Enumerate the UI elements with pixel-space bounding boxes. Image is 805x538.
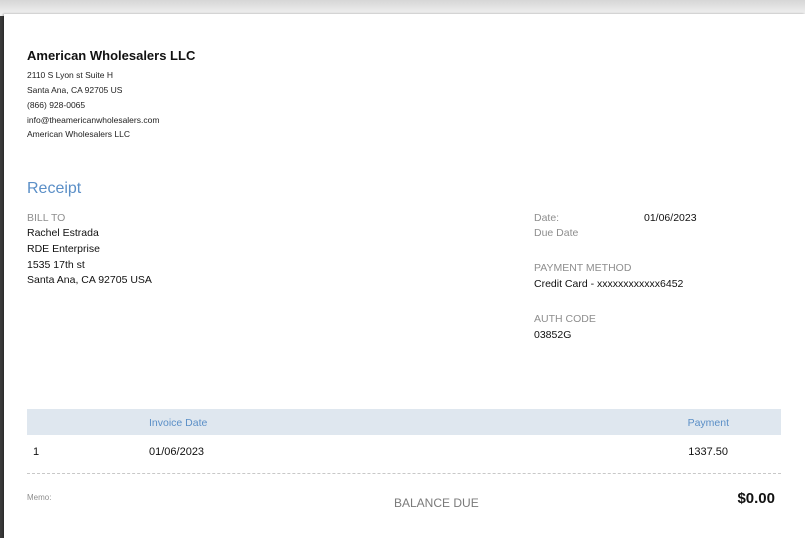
due-date-label: Due Date <box>534 227 579 239</box>
bill-to-street: 1535 17th st <box>27 259 85 271</box>
company-address-line1: 2110 S Lyon st Suite H <box>27 70 113 80</box>
payment-header: Payment <box>687 417 729 429</box>
bill-to-city: Santa Ana, CA 92705 USA <box>27 274 152 286</box>
balance-due-label: BALANCE DUE <box>394 496 479 510</box>
receipt-page: American Wholesalers LLC 2110 S Lyon st … <box>4 14 805 538</box>
document-title: Receipt <box>27 180 82 197</box>
date-value: 01/06/2023 <box>644 212 697 224</box>
row-payment: 1337.50 <box>688 446 728 458</box>
table-header: Invoice Date Payment <box>27 409 781 435</box>
payment-method-value: Credit Card - xxxxxxxxxxxx6452 <box>534 278 684 290</box>
payment-method-label: PAYMENT METHOD <box>534 262 632 274</box>
balance-due-value: $0.00 <box>737 490 775 507</box>
memo-label: Memo: <box>27 493 52 502</box>
row-number: 1 <box>33 446 40 458</box>
bill-to-label: BILL TO <box>27 212 66 224</box>
divider <box>27 473 781 474</box>
company-address-line2: Santa Ana, CA 92705 US <box>27 85 123 95</box>
bill-to-name: Rachel Estrada <box>27 227 99 239</box>
company-phone: (866) 928-0065 <box>27 100 86 110</box>
invoice-date-header: Invoice Date <box>149 417 208 429</box>
date-label: Date: <box>534 212 560 224</box>
company-website-name: American Wholesalers LLC <box>27 129 130 139</box>
auth-code-label: AUTH CODE <box>534 313 596 325</box>
company-email: info@theamericanwholesalers.com <box>27 115 160 125</box>
company-name: American Wholesalers LLC <box>27 48 196 63</box>
bill-to-company: RDE Enterprise <box>27 243 100 255</box>
row-invoice-date: 01/06/2023 <box>149 446 205 458</box>
auth-code-value: 03852G <box>534 329 572 341</box>
